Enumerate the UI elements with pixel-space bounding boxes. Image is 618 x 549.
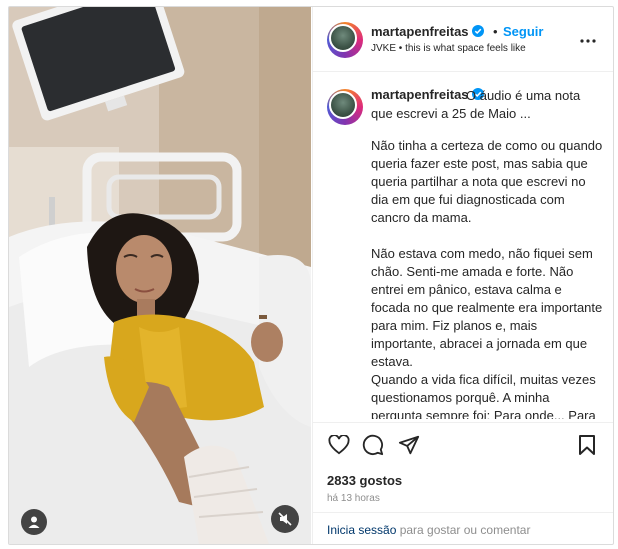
verified-badge-icon (471, 25, 484, 37)
post-details-panel: martapenfreitas • Seguir JVKE • this is … (312, 7, 613, 544)
more-options-button[interactable] (578, 29, 598, 49)
caption-text: Não tinha a certeza de como ou quando qu… (371, 137, 603, 419)
user-icon (27, 515, 41, 529)
post-video[interactable] (9, 7, 311, 544)
heart-icon (328, 433, 350, 460)
caption-first-line: O áudio é uma nota que escrevi a 25 de M… (371, 88, 581, 121)
likes-count[interactable]: 2833 gostos (327, 473, 402, 488)
login-prompt-text: Inicia sessão para gostar ou comentar (327, 523, 530, 537)
author-username[interactable]: martapenfreitas (371, 24, 469, 39)
save-button[interactable] (575, 434, 599, 461)
more-options-icon (580, 30, 596, 48)
login-link[interactable]: Inicia sessão (327, 523, 396, 537)
audio-title: this is what space feels like (405, 43, 526, 54)
caption-paragraph: Quando a vida fica difícil, muitas vezes… (371, 372, 596, 419)
share-icon (398, 434, 420, 461)
instagram-post-card: martapenfreitas • Seguir JVKE • this is … (8, 6, 614, 545)
tagged-users-button[interactable] (21, 509, 47, 535)
caption-paragraph: Não estava com medo, não fiquei sem chão… (371, 246, 603, 369)
login-prompt-rest: para gostar ou comentar (396, 523, 531, 537)
header-separator: • (493, 24, 498, 39)
like-button[interactable] (327, 433, 351, 460)
caption-paragraph: Não tinha a certeza de como ou quando qu… (371, 138, 603, 225)
share-button[interactable] (397, 435, 421, 459)
bookmark-icon (578, 434, 596, 461)
mute-toggle-button[interactable] (271, 505, 299, 533)
author-username-link[interactable]: martapenfreitas (371, 24, 484, 39)
caption-section: martapenfreitas O áudio é uma nota que e… (313, 79, 613, 419)
audio-separator: • (398, 43, 403, 54)
muted-speaker-icon (278, 512, 292, 526)
post-header: martapenfreitas • Seguir JVKE • this is … (313, 7, 613, 72)
audio-artist: JVKE (371, 43, 397, 54)
post-timestamp[interactable]: há 13 horas (327, 493, 380, 504)
video-frame-image (9, 7, 311, 544)
follow-button[interactable]: Seguir (503, 24, 543, 39)
comment-button[interactable] (361, 434, 385, 461)
comment-icon (362, 434, 384, 461)
author-avatar[interactable] (327, 22, 363, 58)
audio-track-link[interactable]: JVKE • this is what space feels like (371, 43, 526, 54)
caption-author-avatar[interactable] (327, 89, 363, 125)
login-prompt: Inicia sessão para gostar ou comentar (313, 512, 613, 544)
